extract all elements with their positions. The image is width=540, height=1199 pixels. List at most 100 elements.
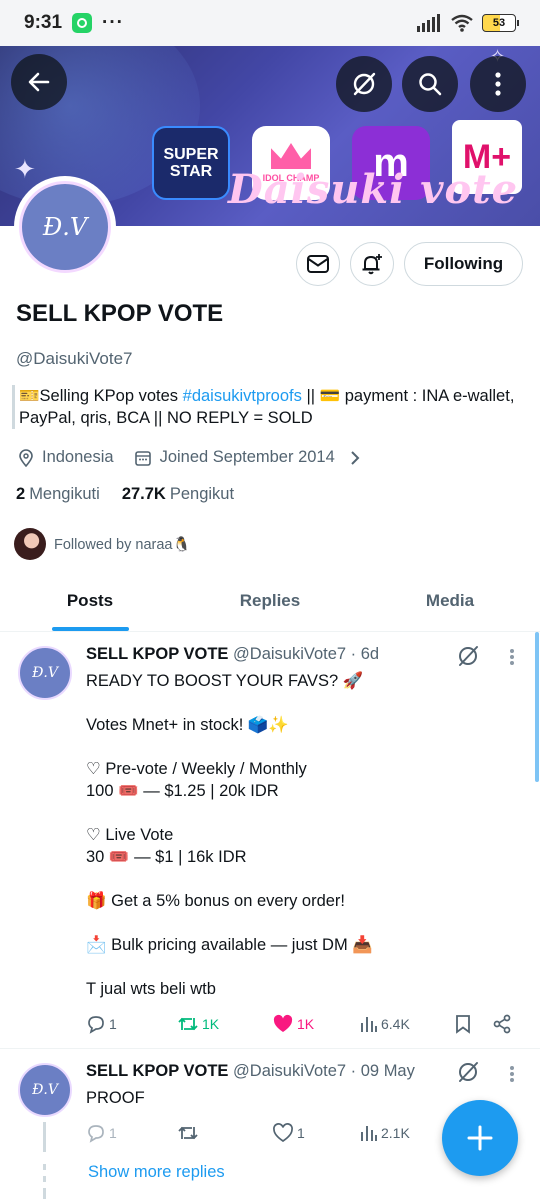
post-line: 30 🎟️ — $1 | 16k IDR [86, 848, 247, 866]
chevron-right-icon[interactable] [349, 450, 361, 466]
notifications-button[interactable] [350, 242, 394, 286]
sparkle-icon: ✦ [14, 154, 36, 184]
repost-button[interactable] [177, 1123, 202, 1143]
calendar-icon [134, 450, 151, 466]
bookmark-button[interactable] [454, 1014, 472, 1034]
arrow-left-icon [28, 72, 50, 92]
profile-avatar[interactable]: Đ.V [14, 176, 116, 278]
bio-hashtag-link[interactable]: #daisukivtproofs [183, 387, 302, 405]
scrollbar[interactable] [535, 632, 539, 782]
wifi-icon [451, 14, 473, 32]
thread-dot [43, 1176, 46, 1182]
post-line: PROOF [86, 1089, 145, 1107]
back-button[interactable] [11, 54, 67, 110]
post-text: PROOF [86, 1087, 516, 1109]
following-label: Mengikuti [29, 485, 100, 503]
post-avatar[interactable]: Đ.V [18, 1063, 72, 1117]
post-author[interactable]: SELL KPOP VOTE [86, 645, 228, 663]
location-text: Indonesia [42, 448, 114, 466]
repost-icon [178, 1126, 198, 1140]
post-avatar[interactable]: Đ.V [18, 646, 72, 700]
compose-post-button[interactable] [442, 1100, 518, 1176]
post-line: T jual wts beli wtb [86, 980, 216, 998]
post-header: SELL KPOP VOTE @DaisukiVote7 · 09 May [86, 1062, 415, 1081]
analytics-icon [361, 1126, 377, 1141]
share-button[interactable] [492, 1014, 512, 1034]
following-count: 2 [16, 485, 26, 503]
tab-replies[interactable]: Replies [180, 570, 360, 631]
tab-posts[interactable]: Posts [0, 570, 180, 631]
superstar-app-logo: SUPER STAR [152, 126, 230, 200]
heart-outline-icon [273, 1123, 293, 1143]
reply-icon [88, 1016, 104, 1034]
post-meta: @DaisukiVote7 · 09 May [233, 1062, 415, 1080]
show-more-replies-link[interactable]: Show more replies [88, 1163, 225, 1182]
like-count: 1 [297, 1125, 305, 1141]
analytics-icon [361, 1017, 377, 1032]
post-line: ♡ Pre-vote / Weekly / Monthly [86, 760, 307, 778]
search-button[interactable] [402, 56, 458, 112]
grok-icon[interactable] [456, 644, 480, 668]
bio-text: 🎫Selling KPop votes [19, 387, 183, 405]
thread-line [43, 1122, 46, 1152]
status-time: 9:31 [24, 12, 63, 33]
views-count: 6.4K [381, 1016, 410, 1032]
post-text: READY TO BOOST YOUR FAVS? 🚀 Votes Mnet+ … [86, 670, 516, 1000]
post-line: 100 🎟️ — $1.25 | 20k IDR [86, 782, 279, 800]
like-button[interactable]: 1 [272, 1123, 305, 1143]
more-vertical-icon [495, 72, 501, 96]
envelope-icon [307, 255, 329, 273]
reply-count: 1 [109, 1125, 117, 1141]
post-meta: @DaisukiVote7 · 6d [233, 645, 380, 663]
repost-icon [178, 1017, 198, 1031]
reply-button[interactable]: 1 [86, 1123, 117, 1143]
message-button[interactable] [296, 242, 340, 286]
following-count-link[interactable]: 2 Mengikuti [16, 485, 100, 504]
repost-count: 1K [202, 1016, 220, 1032]
post-line: 🎁 Get a 5% bonus on every order! [86, 892, 346, 910]
banner-script-text: Daisuki vote [228, 166, 519, 213]
post-header: SELL KPOP VOTE @DaisukiVote7 · 6d [86, 645, 379, 664]
grok-icon [353, 72, 376, 96]
reply-icon [88, 1125, 104, 1143]
views-count: 2.1K [381, 1125, 410, 1141]
like-button[interactable]: 1K [272, 1014, 314, 1034]
views-button[interactable]: 2.1K [360, 1124, 410, 1142]
more-vertical-icon[interactable] [509, 648, 515, 666]
thread-dot [43, 1188, 46, 1199]
post-divider [0, 1048, 540, 1049]
following-button[interactable]: Following [404, 242, 523, 286]
thread-dot [43, 1164, 46, 1170]
search-icon [419, 73, 442, 96]
more-notifications-icon: ··· [102, 12, 125, 33]
post-actions: 1 1K 1K 6.4K [86, 1011, 526, 1037]
plus-icon [467, 1125, 493, 1151]
follower-avatar [14, 528, 46, 560]
followed-by[interactable]: Followed by naraa🐧 [14, 528, 191, 560]
post-line: Votes Mnet+ in stock! 🗳️✨ [86, 716, 289, 734]
location-pin-icon [19, 448, 33, 467]
repost-button[interactable]: 1K [177, 1014, 219, 1034]
whatsapp-icon [72, 13, 93, 33]
signal-icon [417, 14, 440, 32]
views-button[interactable]: 6.4K [360, 1015, 410, 1033]
heart-filled-icon [273, 1014, 293, 1032]
grok-icon[interactable] [456, 1060, 480, 1084]
followed-by-text: Followed by naraa🐧 [54, 536, 191, 553]
profile-tabs: Posts Replies Media [0, 570, 540, 632]
follow-counts: 2 Mengikuti 27.7K Pengikut [16, 485, 234, 504]
more-options-button[interactable] [470, 56, 526, 112]
grok-button[interactable] [336, 56, 392, 112]
followers-count: 27.7K [121, 485, 166, 503]
followers-count-link[interactable]: 27.7K Pengikut [122, 485, 234, 504]
reply-count: 1 [109, 1016, 117, 1032]
like-count: 1K [297, 1016, 315, 1032]
more-vertical-icon[interactable] [509, 1065, 515, 1083]
battery-icon: 53 [482, 14, 519, 32]
reply-button[interactable]: 1 [86, 1014, 117, 1034]
post-line: 📩 Bulk pricing available — just DM 📥 [86, 936, 373, 954]
post-author[interactable]: SELL KPOP VOTE [86, 1062, 228, 1080]
profile-name: SELL KPOP VOTE [16, 300, 224, 327]
profile-bio: 🎫Selling KPop votes #daisukivtproofs || … [12, 385, 528, 429]
tab-media[interactable]: Media [360, 570, 540, 631]
